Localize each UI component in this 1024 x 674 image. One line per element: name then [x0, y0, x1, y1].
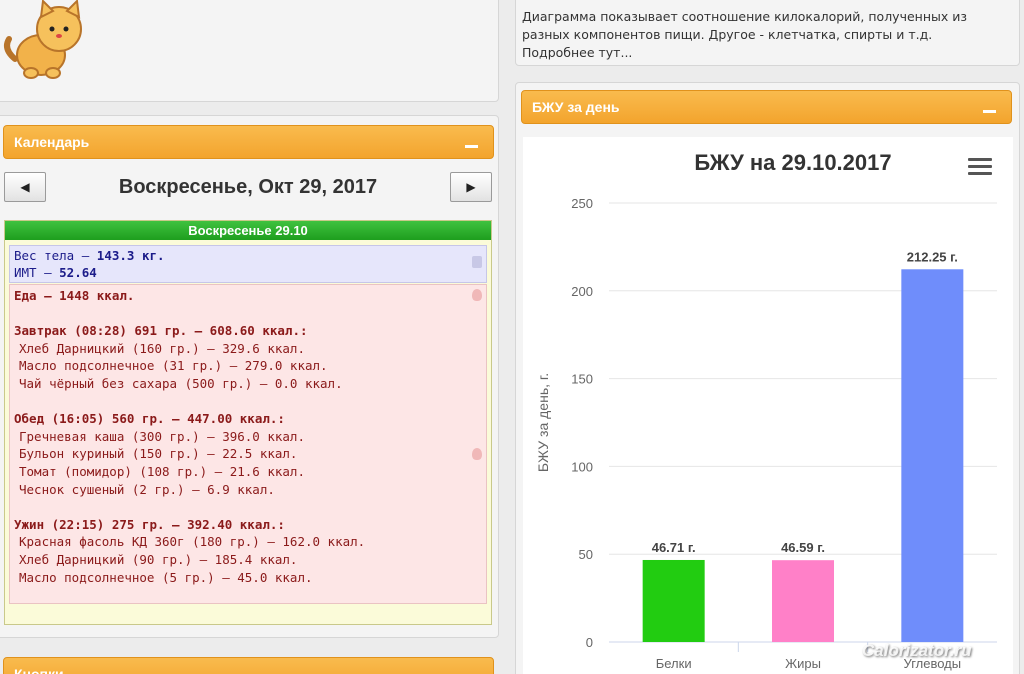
- food-item: Бульон куриный (150 гр.) — 22.5 ккал.: [19, 446, 298, 462]
- meal-heading: Завтрак (08:28) 691 гр. — 608.60 ккал.:: [14, 323, 308, 339]
- bar: [772, 560, 834, 642]
- data-label: 46.59 г.: [781, 540, 825, 555]
- y-tick-label: 50: [579, 547, 593, 562]
- chart-description: Диаграмма показывает соотношение килокал…: [522, 9, 968, 60]
- buttons-panel-title: Кнопки: [14, 666, 64, 674]
- y-tick-label: 0: [586, 635, 593, 650]
- y-tick-label: 250: [571, 196, 593, 211]
- collapse-icon[interactable]: [465, 134, 479, 152]
- y-axis-label: БЖУ за день, г.: [535, 373, 551, 472]
- y-tick-label: 150: [571, 372, 593, 387]
- apple-icon: [472, 448, 482, 460]
- weight-label: Вес тела —: [14, 248, 97, 263]
- weight-line: Вес тела — 143.3 кг.: [14, 247, 482, 264]
- bar: [901, 269, 964, 642]
- watermark-logo: Calorizator.ru: [862, 641, 972, 660]
- bju-chart: БЖУ на 29.10.2017 0 50 100 150 200 250 БЖУ за д…: [523, 137, 1013, 674]
- bmi-label: ИМТ —: [14, 265, 60, 280]
- food-item: Чеснок сушеный (2 гр.) — 6.9 ккал.: [19, 481, 275, 497]
- meal-heading: Ужин (22:15) 275 гр. — 392.40 ккал.:: [14, 516, 285, 532]
- arrow-right-icon: ▶: [466, 180, 476, 194]
- weight-value: 143.3 кг.: [96, 248, 165, 263]
- day-title: Воскресенье 29.10: [5, 221, 491, 240]
- weight-box: Вес тела — 143.3 кг. ИМТ — 52.64: [9, 245, 487, 283]
- bar: [642, 559, 705, 642]
- scale-icon: [472, 256, 482, 268]
- food-item: Хлеб Дарницкий (90 гр.) — 185.4 ккал.: [19, 551, 298, 567]
- bmi-value: 52.64: [59, 265, 97, 280]
- chart-title: БЖУ на 29.10.2017: [694, 150, 891, 175]
- prev-day-button[interactable]: ◀: [4, 172, 46, 202]
- food-item: Хлеб Дарницкий (160 гр.) — 329.6 ккал.: [19, 340, 305, 356]
- calendar-date: Воскресенье, Окт 29, 2017: [118, 176, 378, 198]
- calendar-header[interactable]: Календарь: [3, 125, 494, 159]
- bju-header-title: БЖУ за день: [532, 99, 620, 115]
- apple-icon: [472, 289, 482, 301]
- food-log: Еда — 1448 ккал. Завтрак (08:28) 691 гр.…: [9, 284, 487, 604]
- food-item: Чай чёрный без сахара (500 гр.) — 0.0 кк…: [19, 375, 343, 391]
- meal-heading: Обед (16:05) 560 гр. — 447.00 ккал.:: [14, 411, 285, 427]
- food-total: Еда — 1448 ккал.: [14, 288, 135, 303]
- bmi-line: ИМТ — 52.64: [14, 264, 482, 281]
- next-day-button[interactable]: ▶: [450, 172, 492, 202]
- avatar-panel: [0, 0, 499, 102]
- food-item: Красная фасоль КД 360г (180 гр.) — 162.0…: [19, 534, 366, 550]
- food-item: Масло подсолнечное (31 гр.) — 279.0 ккал…: [19, 358, 328, 374]
- collapse-icon[interactable]: [983, 99, 997, 117]
- food-item: Масло подсолнечное (5 гр.) — 45.0 ккал.: [19, 569, 313, 585]
- data-label: 212.25 г.: [907, 249, 958, 264]
- bju-header[interactable]: БЖУ за день: [521, 90, 1012, 124]
- y-tick-label: 200: [571, 284, 593, 299]
- chart-menu-icon[interactable]: [968, 158, 992, 178]
- food-item: Гречневая каша (300 гр.) — 396.0 ккал.: [19, 428, 305, 444]
- data-label: 46.71 г.: [652, 540, 696, 555]
- x-tick-label: Белки: [656, 656, 692, 671]
- y-tick-label: 100: [571, 459, 593, 474]
- arrow-left-icon: ◀: [20, 180, 30, 194]
- calendar-header-title: Календарь: [14, 134, 90, 150]
- x-tick-label: Жиры: [785, 656, 821, 671]
- day-summary: Воскресенье 29.10 Вес тела — 143.3 кг. И…: [4, 220, 492, 625]
- cat-avatar-icon: [4, 0, 82, 79]
- buttons-panel-header[interactable]: Кнопки: [3, 657, 494, 674]
- bju-chart-svg: БЖУ на 29.10.2017 0 50 100 150 200 250 БЖУ за д…: [535, 150, 997, 671]
- food-item: Томат (помидор) (108 гр.) — 21.6 ккал.: [19, 463, 305, 479]
